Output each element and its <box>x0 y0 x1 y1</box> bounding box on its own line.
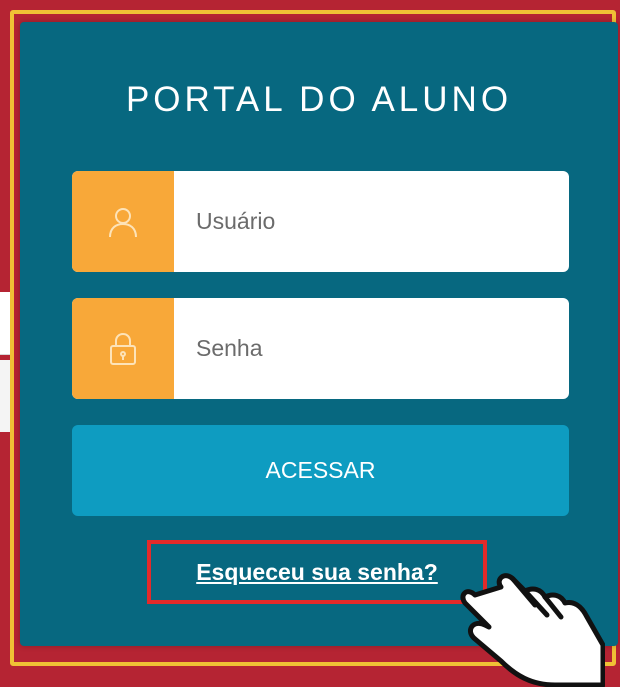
password-input[interactable] <box>174 298 569 399</box>
hand-pointer-icon <box>460 573 605 687</box>
access-button[interactable]: ACESSAR <box>72 425 569 516</box>
user-icon <box>72 171 174 272</box>
forgot-password-link[interactable]: Esqueceu sua senha? <box>147 540 487 604</box>
page-title: PORTAL DO ALUNO <box>125 80 513 119</box>
password-field[interactable] <box>72 298 569 399</box>
username-input[interactable] <box>174 171 569 272</box>
lock-icon <box>72 298 174 399</box>
username-field[interactable] <box>72 171 569 272</box>
